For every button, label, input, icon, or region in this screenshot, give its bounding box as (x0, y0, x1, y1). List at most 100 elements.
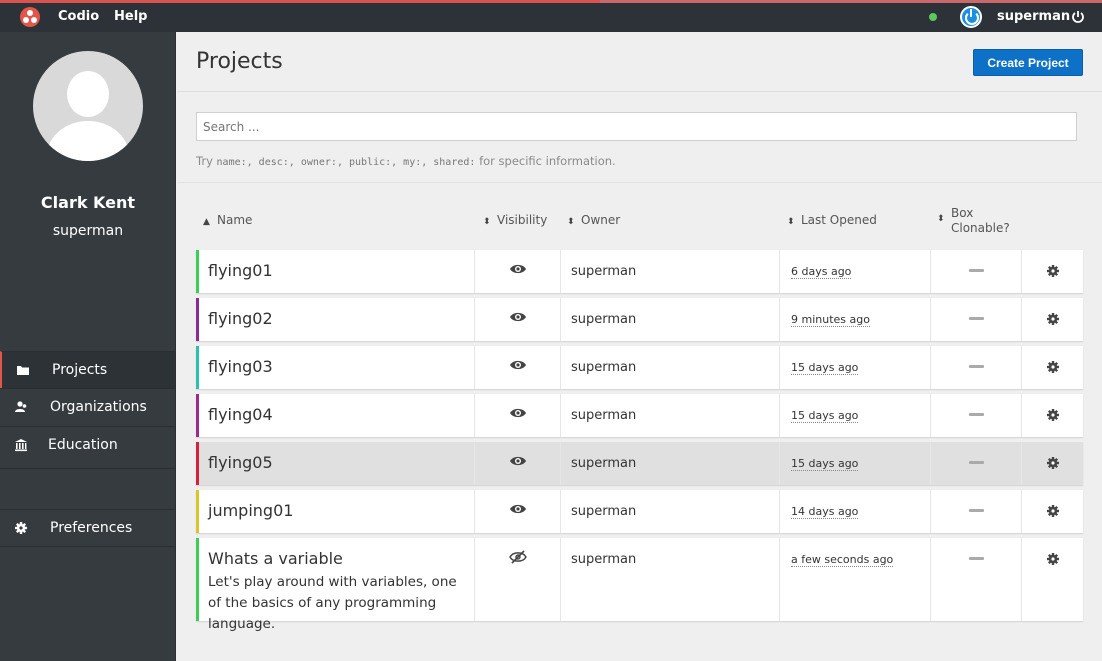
column-header-visibility[interactable]: ⬍ Visibility (483, 213, 547, 227)
cell-divider (560, 250, 561, 293)
project-color-stripe (196, 346, 199, 389)
gear-icon[interactable] (1046, 504, 1060, 518)
project-owner: superman (571, 360, 637, 375)
logout-power-icon[interactable] (1071, 10, 1085, 24)
gear-icon[interactable] (1046, 312, 1060, 326)
project-row[interactable]: flying01 superman 6 days ago (196, 250, 1083, 293)
gear-icon[interactable] (1046, 552, 1060, 566)
project-row[interactable]: Whats a variable Let's play around with v… (196, 538, 1083, 632)
users-icon (15, 401, 27, 412)
cell-divider (474, 394, 475, 437)
project-last-opened: 6 days ago (791, 265, 852, 279)
sort-icon: ⬍ (483, 217, 491, 227)
project-last-opened: 14 days ago (791, 505, 859, 519)
sidebar-item-education[interactable]: Education (0, 426, 175, 464)
project-name[interactable]: flying02 (208, 309, 273, 328)
project-description: Let's play around with variables, one of… (208, 574, 457, 632)
create-project-button[interactable]: Create Project (973, 49, 1083, 76)
nav-help[interactable]: Help (114, 9, 147, 24)
eye-icon[interactable] (509, 502, 527, 516)
gear-icon[interactable] (1046, 408, 1060, 422)
project-name[interactable]: flying01 (208, 261, 273, 280)
box-clonable-dash-icon (969, 317, 984, 320)
project-name[interactable]: flying04 (208, 405, 273, 424)
eye-icon[interactable] (509, 406, 527, 420)
project-last-opened: 15 days ago (791, 457, 859, 471)
sidebar-item-label: Preferences (50, 520, 133, 536)
main-content: Projects Create Project Try name:, desc:… (177, 32, 1102, 661)
cell-divider (474, 250, 475, 293)
cell-divider (779, 394, 780, 437)
project-color-stripe (196, 538, 199, 621)
user-power-badge-icon[interactable] (960, 6, 982, 28)
cell-divider (560, 442, 561, 485)
project-color-stripe (196, 250, 199, 293)
project-name[interactable]: Whats a variable (208, 549, 343, 568)
project-last-opened: a few seconds ago (791, 553, 894, 567)
sort-icon: ⬍ (567, 217, 575, 227)
bank-icon (15, 439, 27, 452)
project-color-stripe (196, 490, 199, 533)
project-name[interactable]: flying05 (208, 453, 273, 472)
project-owner: superman (571, 504, 637, 519)
gear-icon[interactable] (1046, 264, 1060, 278)
project-owner: superman (571, 456, 637, 471)
cell-divider (560, 346, 561, 389)
cell-divider (779, 298, 780, 341)
cell-divider (930, 538, 931, 621)
project-last-opened: 15 days ago (791, 409, 859, 423)
user-handle: superman (52, 223, 124, 239)
project-row[interactable]: jumping01 superman 14 days ago (196, 490, 1083, 533)
cell-divider (560, 394, 561, 437)
cell-divider (779, 250, 780, 293)
project-owner: superman (571, 408, 637, 423)
eye-icon[interactable] (509, 454, 527, 468)
hint-prefix: Try (196, 154, 217, 168)
cell-divider (1021, 346, 1022, 389)
project-row[interactable]: flying02 superman 9 minutes ago (196, 298, 1083, 341)
project-row[interactable]: flying05 superman 15 days ago (196, 442, 1083, 485)
cell-divider (474, 538, 475, 621)
gear-icon[interactable] (1046, 360, 1060, 374)
eye-icon[interactable] (509, 358, 527, 372)
eye-icon[interactable] (509, 262, 527, 276)
cell-divider (930, 394, 931, 437)
cell-divider (930, 250, 931, 293)
cell-divider (474, 346, 475, 389)
nav-codio[interactable]: Codio (58, 9, 99, 24)
folder-icon (17, 366, 29, 375)
cell-divider (1021, 394, 1022, 437)
project-color-stripe (196, 298, 199, 341)
sidebar-item-organizations[interactable]: Organizations (0, 388, 175, 426)
project-name[interactable]: flying03 (208, 357, 273, 376)
cell-divider (779, 490, 780, 533)
column-label: Owner (581, 213, 621, 227)
cell-divider (930, 298, 931, 341)
column-header-owner[interactable]: ⬍ Owner (567, 213, 620, 227)
project-row[interactable]: flying03 superman 15 days ago (196, 346, 1083, 389)
cell-divider (1021, 490, 1022, 533)
cell-divider (474, 298, 475, 341)
eye-icon[interactable] (509, 310, 527, 324)
column-header-last-opened[interactable]: ⬍ Last Opened (787, 213, 877, 227)
gear-icon[interactable] (1046, 456, 1060, 470)
codio-logo-icon[interactable] (20, 7, 40, 27)
box-clonable-dash-icon (969, 269, 984, 272)
eye-slash-icon[interactable] (509, 550, 527, 564)
project-name[interactable]: jumping01 (208, 501, 293, 520)
sidebar-divider (0, 468, 175, 469)
top-username[interactable]: superman (997, 9, 1070, 24)
project-last-opened: 9 minutes ago (791, 313, 870, 327)
column-label: Last Opened (801, 213, 877, 227)
cell-divider (1021, 538, 1022, 621)
search-hint: Try name:, desc:, owner:, public:, my:, … (196, 154, 616, 168)
sidebar-item-projects[interactable]: Projects (0, 351, 175, 389)
search-input[interactable] (196, 112, 1077, 141)
user-full-name: Clark Kent (40, 193, 136, 212)
column-header-name[interactable]: ▲ Name (203, 213, 252, 227)
sidebar-item-preferences[interactable]: Preferences (0, 509, 175, 547)
avatar[interactable] (33, 51, 143, 161)
project-row[interactable]: flying04 superman 15 days ago (196, 394, 1083, 437)
cell-divider (560, 538, 561, 621)
sort-icon: ⬍ (937, 214, 945, 224)
